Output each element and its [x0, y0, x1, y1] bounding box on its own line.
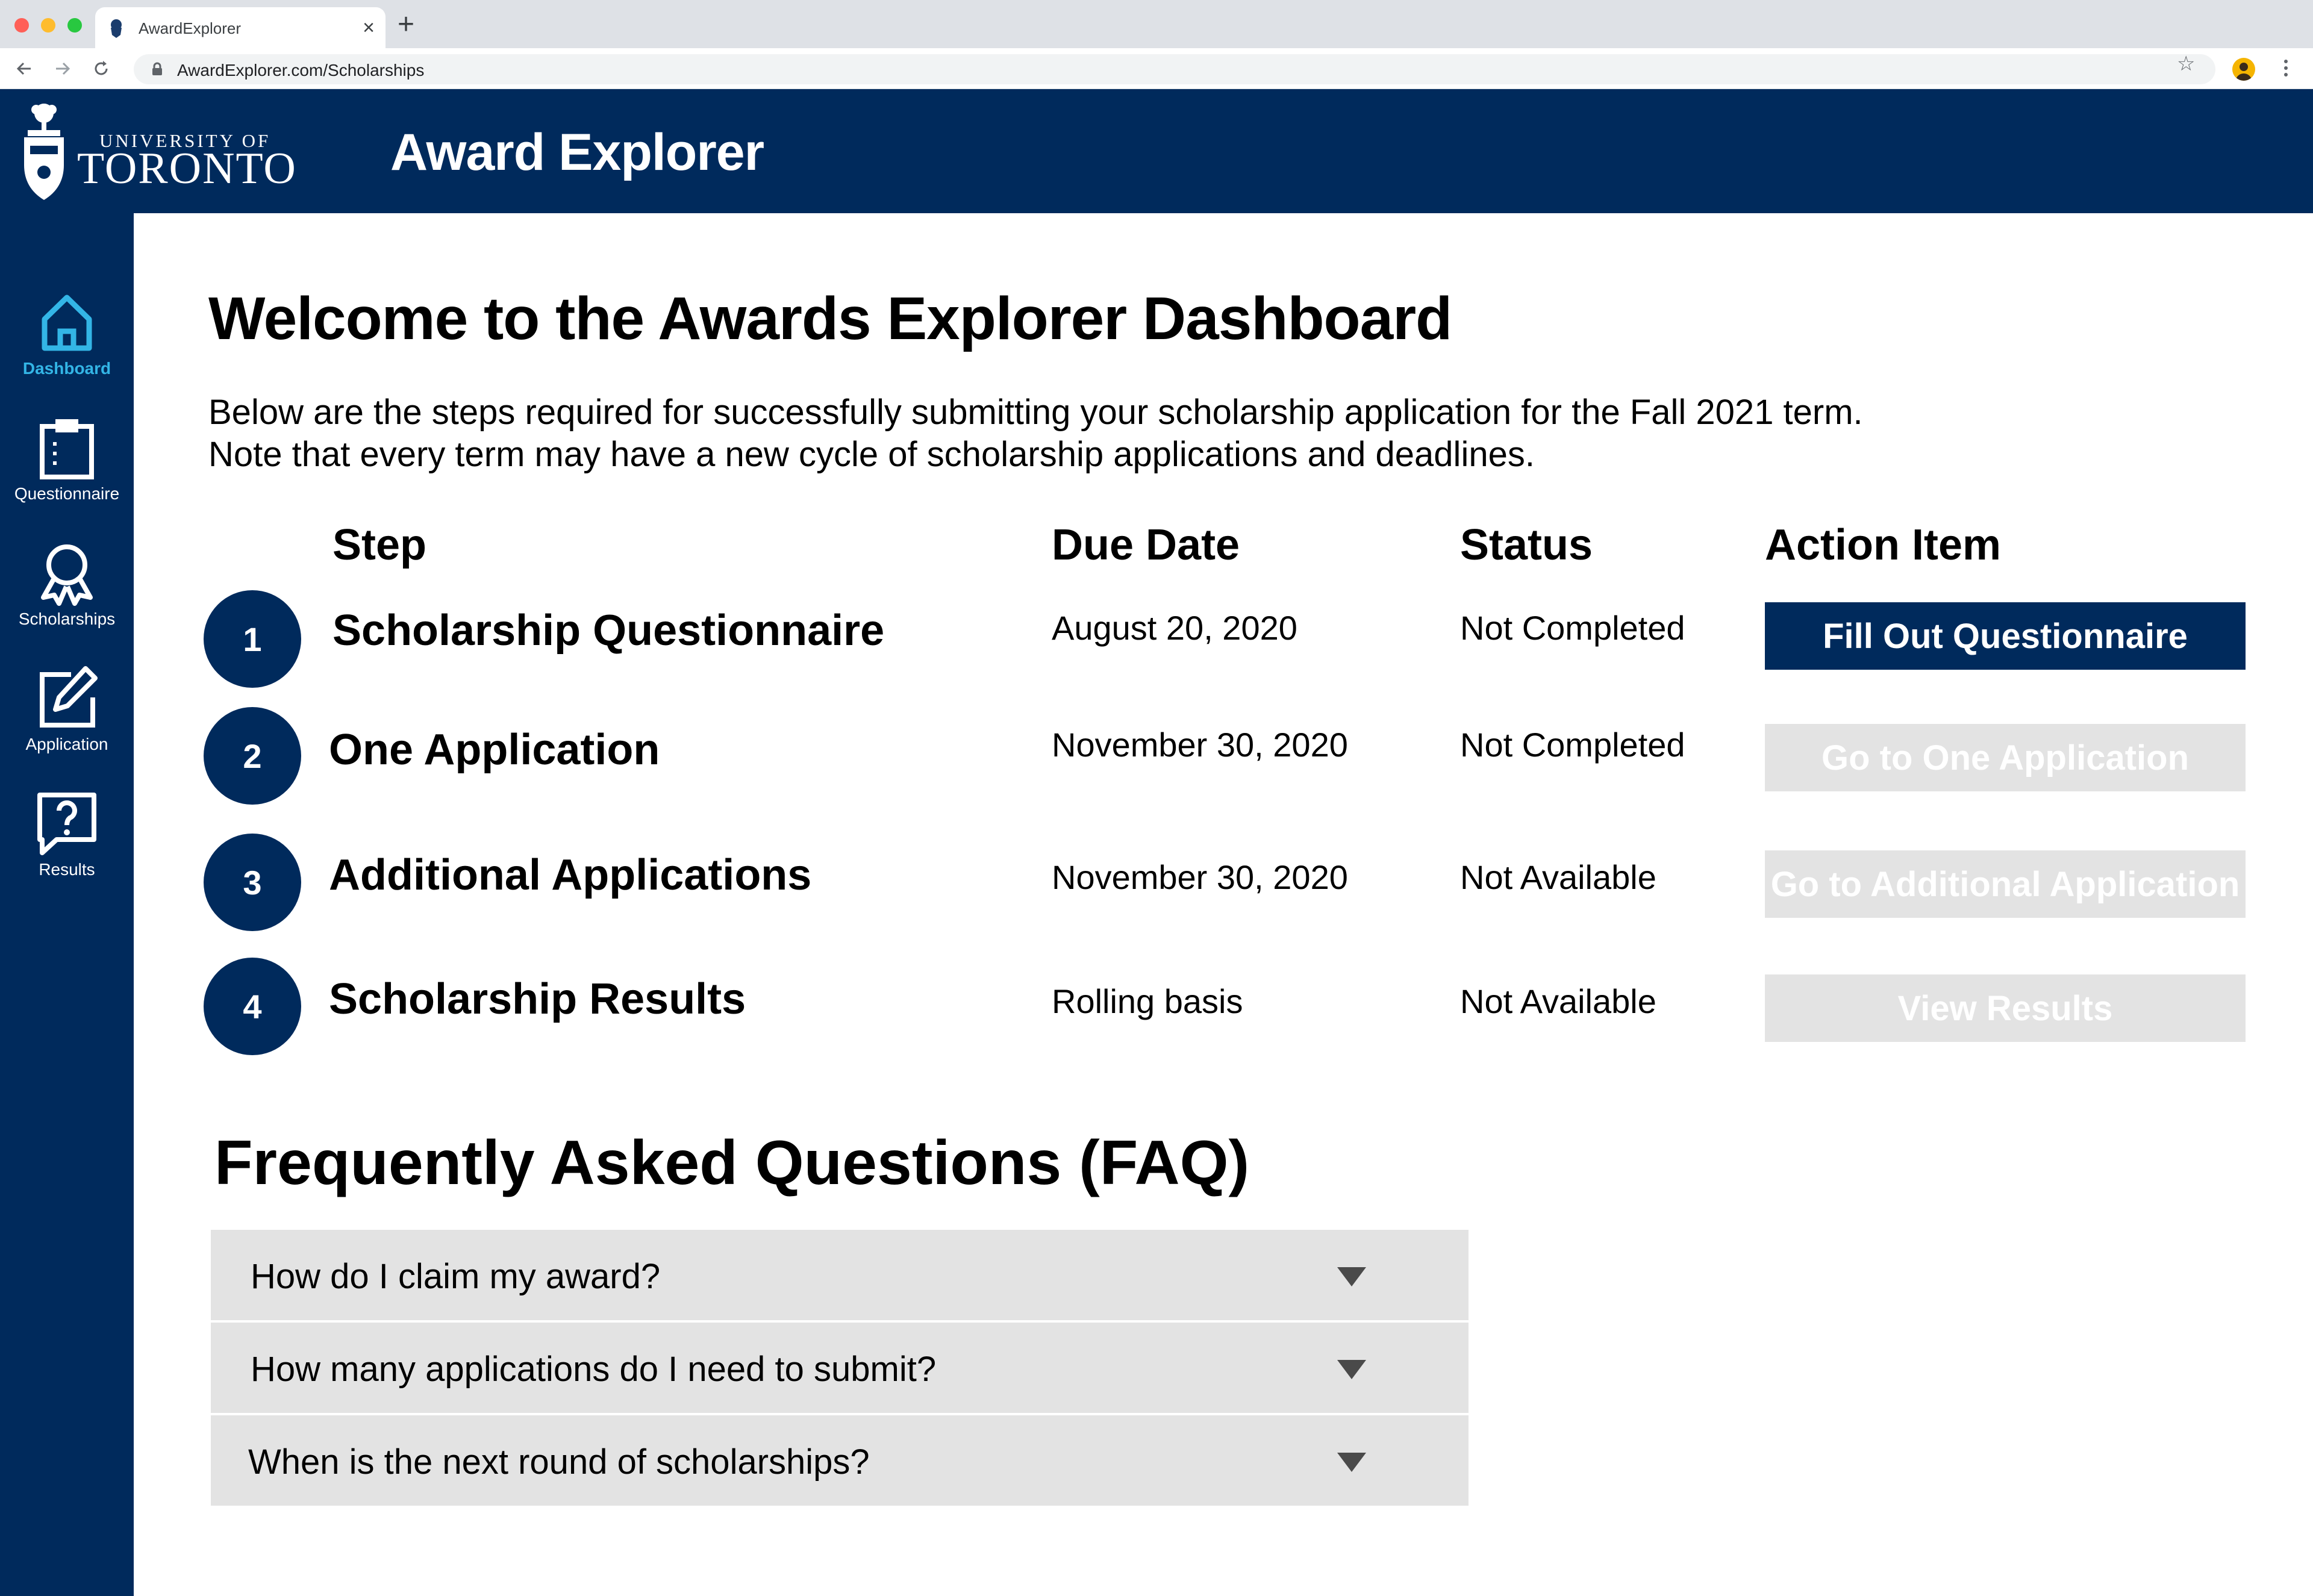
arrow-left-icon — [16, 62, 31, 75]
step-row: 1 Scholarship Questionnaire August 20, 2… — [134, 590, 2313, 693]
faq-item[interactable]: How do I claim my award? — [211, 1230, 1469, 1320]
step-due-date: August 20, 2020 — [1052, 609, 1297, 647]
step-number-badge: 2 — [204, 707, 301, 805]
faq-question: When is the next round of scholarships? — [248, 1442, 870, 1482]
step-status: Not Available — [1460, 858, 1656, 896]
sidebar-item-label: Dashboard — [22, 359, 111, 378]
column-header-action: Action Item — [1765, 521, 2002, 569]
sidebar-item-label: Results — [39, 860, 95, 879]
step-name: Additional Applications — [329, 851, 812, 899]
home-icon — [42, 295, 92, 351]
step-name: One Application — [329, 726, 660, 774]
step-row: 3 Additional Applications November 30, 2… — [134, 834, 2313, 936]
chevron-down-icon — [1337, 1267, 1366, 1286]
step-due-date: November 30, 2020 — [1052, 858, 1348, 896]
column-header-status: Status — [1460, 521, 1593, 569]
chevron-down-icon — [1337, 1360, 1366, 1379]
browser-menu-icon[interactable] — [2277, 57, 2295, 81]
sidebar-item-dashboard[interactable]: Dashboard — [0, 289, 134, 404]
reload-icon — [95, 61, 108, 75]
university-crest-icon — [24, 104, 64, 200]
tab-title: AwardExplorer — [139, 19, 242, 37]
fill-out-questionnaire-button[interactable]: Fill Out Questionnaire — [1765, 602, 2246, 670]
step-name: Scholarship Questionnaire — [332, 606, 885, 655]
step-number-badge: 1 — [204, 590, 301, 688]
tab-close-icon[interactable]: × — [363, 16, 375, 40]
new-tab-button[interactable]: + — [398, 10, 414, 40]
step-status: Not Completed — [1460, 609, 1685, 647]
window-maximize-button[interactable] — [67, 18, 82, 33]
step-number-badge: 4 — [204, 958, 301, 1055]
award-ribbon-icon — [41, 544, 93, 606]
university-label-big: TORONTO — [77, 144, 297, 193]
browser-tab[interactable]: AwardExplorer × — [95, 7, 386, 48]
faq-item[interactable]: When is the next round of scholarships? — [211, 1415, 1469, 1506]
help-message-icon — [37, 793, 96, 855]
url-text: AwardExplorer.com/Scholarships — [177, 61, 425, 79]
app-title: Award Explorer — [390, 123, 764, 181]
step-due-date: Rolling basis — [1052, 982, 1243, 1020]
faq-title: Frequently Asked Questions (FAQ) — [214, 1128, 1250, 1198]
main-content: Welcome to the Awards Explorer Dashboard… — [134, 213, 2313, 1596]
window-close-button[interactable] — [14, 18, 29, 33]
arrow-right-icon — [56, 62, 70, 75]
go-to-additional-application-button[interactable]: Go to Additional Application — [1765, 850, 2246, 918]
faq-item[interactable]: How many applications do I need to submi… — [211, 1323, 1469, 1413]
sidebar-item-questionnaire[interactable]: Questionnaire — [0, 414, 134, 529]
step-row: 2 One Application November 30, 2020 Not … — [134, 707, 2313, 809]
step-name: Scholarship Results — [329, 975, 746, 1023]
page-title: Welcome to the Awards Explorer Dashboard — [208, 285, 1452, 352]
clipboard-icon — [40, 419, 94, 479]
reload-button[interactable] — [87, 54, 116, 83]
window-minimize-button[interactable] — [41, 18, 55, 33]
address-bar[interactable]: AwardExplorer.com/Scholarships — [134, 54, 2215, 84]
step-status: Not Available — [1460, 982, 1656, 1020]
faq-question: How many applications do I need to submi… — [251, 1350, 937, 1389]
step-status: Not Completed — [1460, 726, 1685, 764]
sidebar-item-label: Application — [25, 735, 108, 753]
sidebar-item-scholarships[interactable]: Scholarships — [0, 540, 134, 654]
crest-favicon-icon — [111, 19, 122, 38]
browser-toolbar: AwardExplorer.com/Scholarships ☆ — [0, 48, 2313, 89]
forward-button[interactable] — [48, 54, 77, 83]
faq-question: How do I claim my award? — [251, 1257, 661, 1296]
go-to-one-application-button[interactable]: Go to One Application — [1765, 724, 2246, 791]
sidebar-item-application[interactable]: Application — [0, 665, 134, 779]
lock-icon — [152, 62, 162, 75]
edit-icon — [40, 666, 98, 728]
intro-text: Below are the steps required for success… — [208, 393, 1863, 474]
sidebar-item-results[interactable]: Results — [0, 790, 134, 905]
app-header: UNIVERSITY OF TORONTO Award Explorer — [0, 89, 2313, 213]
back-button[interactable] — [10, 54, 39, 83]
browser-tab-bar: AwardExplorer × + — [0, 0, 2313, 48]
sidebar-item-label: Scholarships — [18, 609, 116, 628]
view-results-button[interactable]: View Results — [1765, 974, 2246, 1042]
step-due-date: November 30, 2020 — [1052, 726, 1348, 764]
bookmark-star-icon[interactable]: ☆ — [2177, 54, 2195, 74]
column-header-due-date: Due Date — [1052, 521, 1240, 569]
avatar-icon — [2236, 63, 2252, 81]
step-row: 4 Scholarship Results Rolling basis Not … — [134, 958, 2313, 1060]
chevron-down-icon — [1337, 1453, 1366, 1472]
step-number-badge: 3 — [204, 834, 301, 931]
profile-avatar[interactable] — [2232, 58, 2255, 81]
sidebar: Dashboard Questionnaire Scholarships App… — [0, 213, 134, 1596]
column-header-step: Step — [332, 521, 427, 569]
sidebar-item-label: Questionnaire — [14, 484, 120, 503]
